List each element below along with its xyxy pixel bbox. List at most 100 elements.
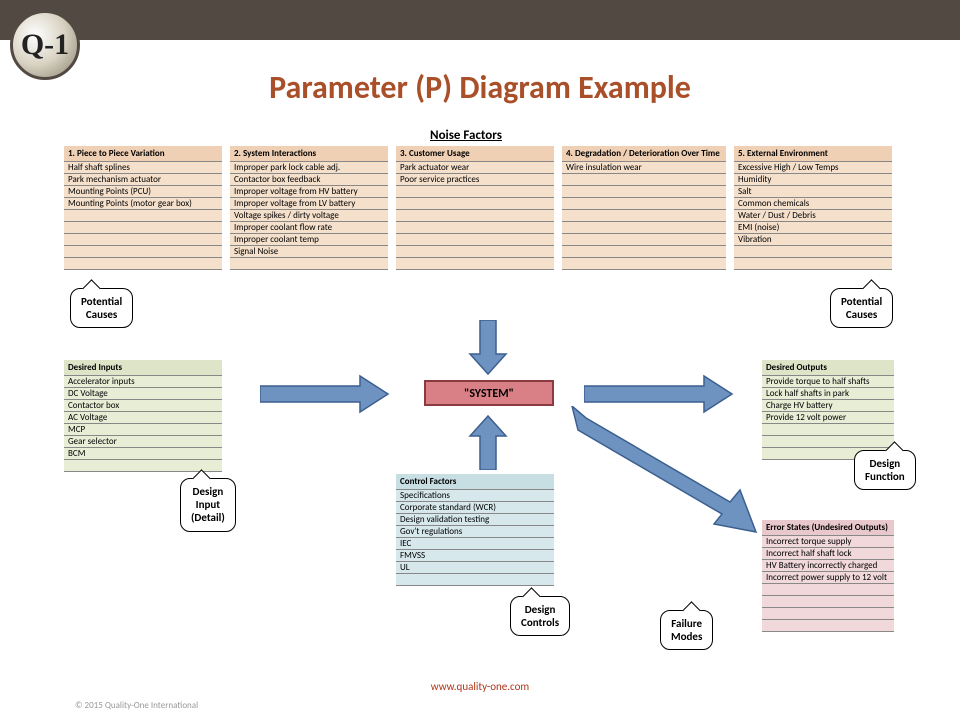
noise-1-rows: Half shaft splinesPark mechanism actuato…: [64, 162, 222, 270]
outputs-table: Desired Outputs Provide torque to half s…: [762, 360, 894, 460]
callout-potential-causes-right: PotentialCauses: [830, 288, 893, 328]
arrow-up-control: [468, 414, 508, 470]
callout-failure-modes: FailureModes: [660, 610, 713, 650]
list-item: Contactor box: [64, 400, 222, 412]
inputs-header: Desired Inputs: [64, 360, 222, 376]
list-item: [562, 246, 726, 258]
list-item: Mounting Points (PCU): [64, 186, 222, 198]
list-item: [762, 620, 894, 632]
arrow-diag-error: [570, 406, 760, 536]
list-item: [762, 424, 894, 436]
noise-3-rows: Park actuator wearPoor service practices: [396, 162, 554, 270]
list-item: [562, 222, 726, 234]
control-header: Control Factors: [396, 474, 554, 490]
list-item: Design validation testing: [396, 514, 554, 526]
list-item: Humidity: [734, 174, 892, 186]
list-item: [734, 258, 892, 270]
list-item: Poor service practices: [396, 174, 554, 186]
list-item: Charge HV battery: [762, 400, 894, 412]
noise-2-rows: Improper park lock cable adj.Contactor b…: [230, 162, 388, 270]
list-item: Gear selector: [64, 436, 222, 448]
noise-5-rows: Excessive High / Low TempsHumiditySaltCo…: [734, 162, 892, 270]
list-item: [562, 210, 726, 222]
error-rows: Incorrect torque supplyIncorrect half sh…: [762, 536, 894, 632]
list-item: Wire insulation wear: [562, 162, 726, 174]
list-item: [230, 258, 388, 270]
top-bar: [0, 0, 960, 40]
list-item: Incorrect half shaft lock: [762, 548, 894, 560]
list-item: Excessive High / Low Temps: [734, 162, 892, 174]
inputs-rows: Accelerator inputsDC VoltageContactor bo…: [64, 376, 222, 472]
noise-table-4: 4. Degradation / Deterioration Over Time…: [562, 146, 726, 270]
list-item: DC Voltage: [64, 388, 222, 400]
copyright: © 2015 Quality-One International: [75, 700, 198, 711]
list-item: [562, 186, 726, 198]
list-item: Specifications: [396, 490, 554, 502]
noise-table-5: 5. External Environment Excessive High /…: [734, 146, 892, 270]
callout-design-function: DesignFunction: [854, 450, 916, 490]
list-item: Park mechanism actuator: [64, 174, 222, 186]
noise-table-2: 2. System Interactions Improper park loc…: [230, 146, 388, 270]
list-item: Provide torque to half shafts: [762, 376, 894, 388]
logo-text: Q-1: [21, 28, 69, 62]
list-item: Incorrect torque supply: [762, 536, 894, 548]
noise-1-header: 1. Piece to Piece Variation: [64, 146, 222, 162]
callout-design-controls: DesignControls: [510, 596, 570, 636]
callout-design-input: DesignInput(Detail): [180, 478, 236, 532]
list-item: [396, 198, 554, 210]
page-title: Parameter (P) Diagram Example: [0, 68, 960, 107]
list-item: Park actuator wear: [396, 162, 554, 174]
outputs-rows: Provide torque to half shaftsLock half s…: [762, 376, 894, 460]
list-item: Improper coolant flow rate: [230, 222, 388, 234]
list-item: UL: [396, 562, 554, 574]
list-item: [64, 210, 222, 222]
noise-2-header: 2. System Interactions: [230, 146, 388, 162]
error-header: Error States (Undesired Outputs): [762, 520, 894, 536]
list-item: Improper coolant temp: [230, 234, 388, 246]
list-item: [762, 608, 894, 620]
noise-3-header: 3. Customer Usage: [396, 146, 554, 162]
list-item: [396, 186, 554, 198]
list-item: Common chemicals: [734, 198, 892, 210]
list-item: Lock half shafts in park: [762, 388, 894, 400]
noise-table-1: 1. Piece to Piece Variation Half shaft s…: [64, 146, 222, 270]
list-item: [396, 574, 554, 586]
inputs-table: Desired Inputs Accelerator inputsDC Volt…: [64, 360, 222, 472]
list-item: [734, 246, 892, 258]
list-item: Accelerator inputs: [64, 376, 222, 388]
list-item: Signal Noise: [230, 246, 388, 258]
list-item: [396, 210, 554, 222]
list-item: [762, 584, 894, 596]
list-item: [64, 234, 222, 246]
list-item: Improper park lock cable adj.: [230, 162, 388, 174]
list-item: [396, 234, 554, 246]
list-item: Voltage spikes / dirty voltage: [230, 210, 388, 222]
footer-url: www.quality-one.com: [0, 680, 960, 693]
list-item: HV Battery incorrectly charged: [762, 560, 894, 572]
list-item: [562, 198, 726, 210]
arrow-down-noise: [468, 320, 508, 376]
list-item: [762, 596, 894, 608]
noise-4-header: 4. Degradation / Deterioration Over Time: [562, 146, 726, 162]
list-item: FMVSS: [396, 550, 554, 562]
control-rows: SpecificationsCorporate standard (WCR)De…: [396, 490, 554, 586]
list-item: [396, 258, 554, 270]
arrow-right-input: [260, 374, 390, 414]
system-box: "SYSTEM": [424, 380, 554, 406]
callout-potential-causes-left: PotentialCauses: [70, 288, 133, 328]
list-item: Mounting Points (motor gear box): [64, 198, 222, 210]
list-item: [562, 174, 726, 186]
noise-table-3: 3. Customer Usage Park actuator wearPoor…: [396, 146, 554, 270]
list-item: [64, 258, 222, 270]
outputs-header: Desired Outputs: [762, 360, 894, 376]
list-item: IEC: [396, 538, 554, 550]
list-item: [396, 222, 554, 234]
list-item: Provide 12 volt power: [762, 412, 894, 424]
list-item: Half shaft splines: [64, 162, 222, 174]
list-item: Corporate standard (WCR): [396, 502, 554, 514]
list-item: Improper voltage from HV battery: [230, 186, 388, 198]
list-item: [562, 234, 726, 246]
noise-4-rows: Wire insulation wear: [562, 162, 726, 270]
list-item: Vibration: [734, 234, 892, 246]
list-item: [64, 246, 222, 258]
